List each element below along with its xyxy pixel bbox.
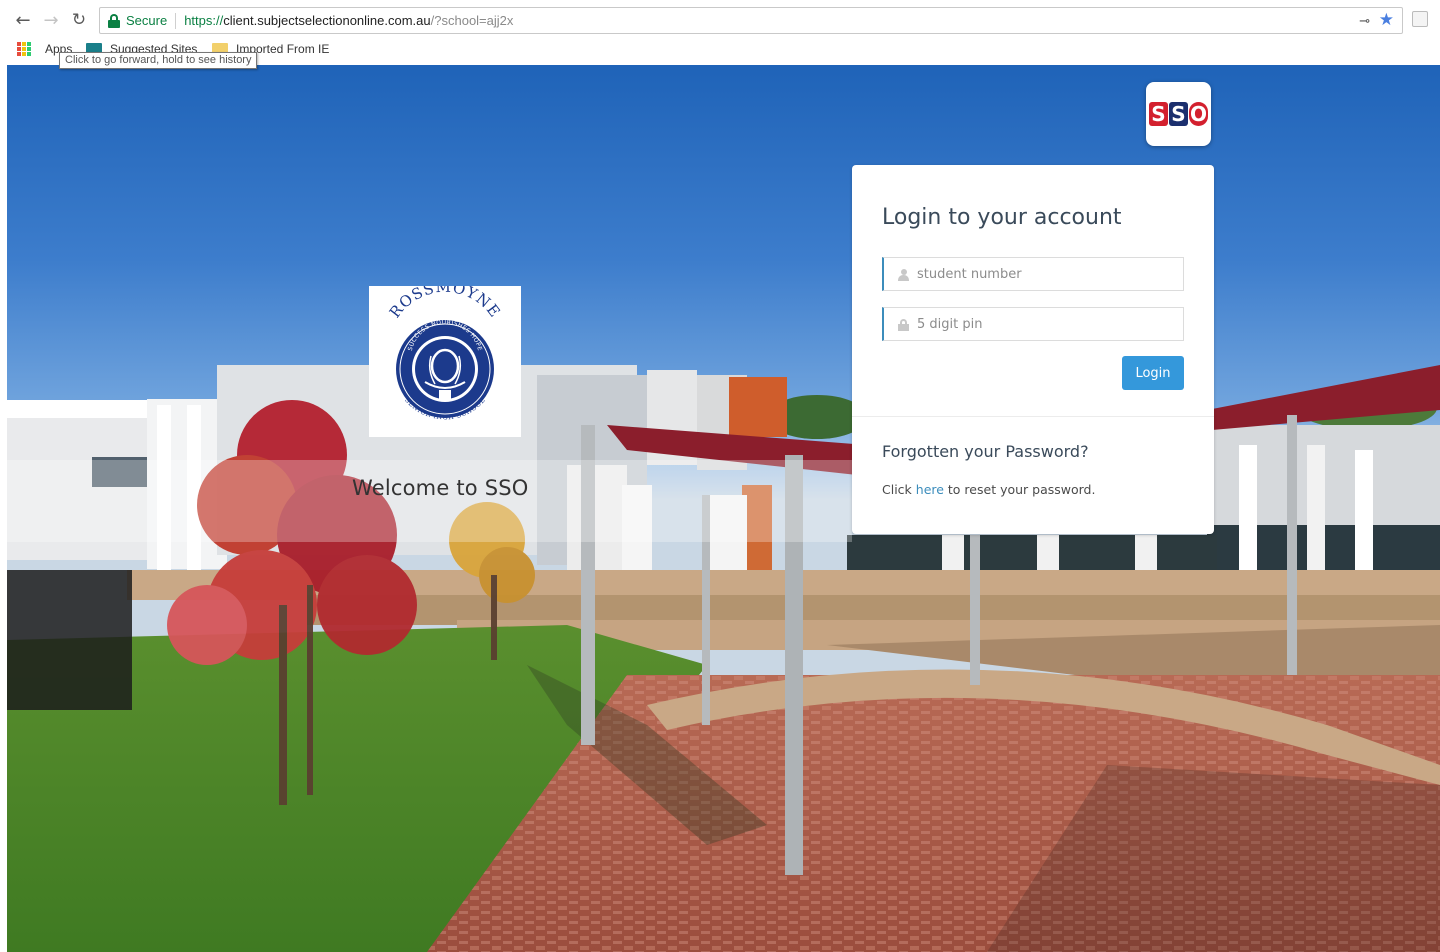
sso-letter: O [1189, 102, 1208, 126]
forgot-password-title: Forgotten your Password? [882, 442, 1089, 461]
sso-letters: S S O [1149, 102, 1208, 126]
extension-icon[interactable] [1412, 11, 1428, 27]
login-title: Login to your account [882, 205, 1122, 230]
forward-arrow-icon[interactable]: → [40, 9, 62, 31]
key-icon[interactable]: ⊸ [1359, 13, 1370, 29]
welcome-banner [7, 460, 852, 542]
url-text: https://client.subjectselectiononline.co… [184, 13, 514, 28]
sso-letter: S [1169, 102, 1188, 126]
apps-icon [17, 42, 31, 56]
pin-input[interactable] [917, 308, 1177, 340]
forgot-suffix: to reset your password. [943, 482, 1096, 497]
welcome-text: Welcome to SSO [352, 476, 529, 500]
sso-letter: S [1149, 102, 1168, 126]
card-divider [852, 416, 1214, 417]
forgot-password-text: Click here to reset your password. [882, 482, 1095, 497]
pin-field[interactable] [882, 307, 1184, 341]
lock-icon [898, 319, 909, 331]
login-card: Login to your account Login Forgotten yo… [852, 165, 1214, 534]
reload-icon[interactable]: ↻ [68, 9, 90, 31]
browser-chrome: ← → ↻ Secure https://client.subjectselec… [0, 0, 1440, 69]
reset-password-link[interactable]: here [916, 482, 944, 497]
bookmark-star-icon[interactable]: ★ [1379, 10, 1394, 30]
sso-logo: S S O [1146, 82, 1211, 146]
student-number-field[interactable] [882, 257, 1184, 291]
forgot-prefix: Click [882, 482, 916, 497]
address-bar[interactable]: Secure https://client.subjectselectionon… [99, 7, 1403, 34]
school-logo: ROSSMOYNE SUCCESS NOURISHES HOPE SENIOR … [369, 286, 521, 437]
svg-text:ROSSMOYNE: ROSSMOYNE [386, 286, 504, 321]
secure-label: Secure [126, 13, 168, 28]
omnibox-separator [175, 12, 177, 29]
back-arrow-icon[interactable]: ← [12, 9, 34, 31]
lock-icon [108, 13, 120, 28]
forward-tooltip: Click to go forward, hold to see history [59, 52, 258, 69]
student-number-input[interactable] [917, 258, 1177, 290]
login-button[interactable]: Login [1122, 356, 1184, 390]
user-icon [898, 269, 909, 281]
school-crest: ROSSMOYNE SUCCESS NOURISHES HOPE SENIOR … [386, 286, 504, 421]
